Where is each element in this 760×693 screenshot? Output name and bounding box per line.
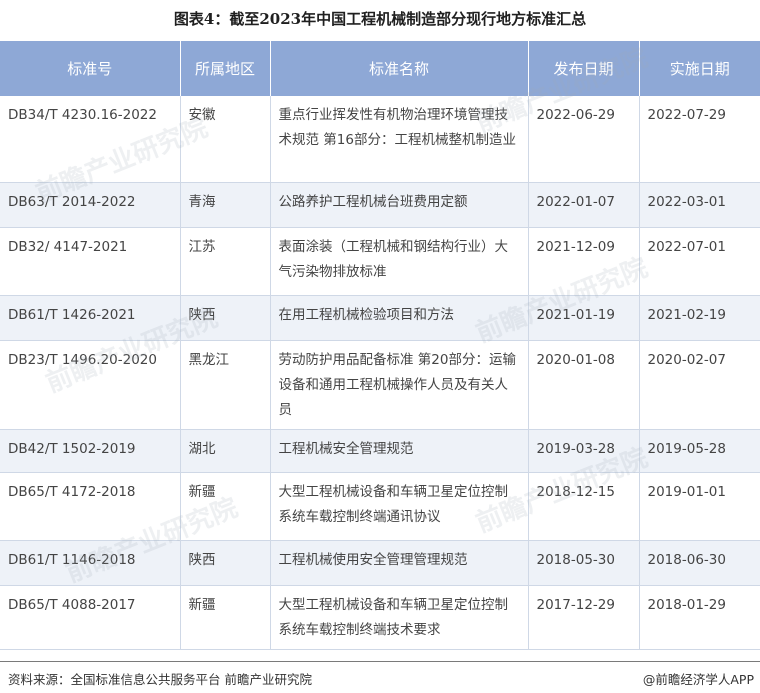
cell-name: 劳动防护用品配备标准 第20部分：运输设备和通用工程机械操作人员及有关人员 [270, 340, 529, 429]
cell-name: 工程机械安全管理规范 [270, 429, 529, 472]
cell-effective-date: 2018-01-29 [647, 596, 726, 613]
table-row: DB23/T 1496.20-2020 黑龙江 劳动防护用品配备标准 第20部分… [0, 340, 760, 429]
cell-publish-date: 2021-12-09 [528, 227, 640, 295]
cell-name: 大型工程机械设备和车辆卫星定位控制系统车载控制终端通讯协议 [270, 472, 529, 540]
cell-region: 湖北 [180, 429, 271, 472]
header-code: 标准号 [0, 41, 181, 96]
table-row: DB61/T 1146-2018 陕西 工程机械使用安全管理管理规范 2018-… [0, 540, 760, 585]
standards-table: 标准号 所属地区 标准名称 发布日期 实施日期 DB34/T 4230.16-2… [0, 41, 760, 650]
source-note: 资料来源：全国标准信息公共服务平台 前瞻产业研究院 [8, 672, 312, 687]
table-row: DB32/ 4147-2021 江苏 表面涂装（工程机械和钢结构行业）大气污染物… [0, 227, 760, 295]
cell-publish-date: 2020-01-08 [528, 340, 640, 429]
cell-code: DB42/T 1502-2019 [0, 429, 181, 472]
cell-name: 在用工程机械检验项目和方法 [270, 295, 529, 340]
cell-effective-date: 2021-02-19 [639, 295, 760, 340]
table-row: DB65/T 4172-2018 新疆 大型工程机械设备和车辆卫星定位控制系统车… [0, 472, 760, 540]
cell-name: 公路养护工程机械台班费用定额 [270, 182, 529, 227]
cell-code: DB61/T 1146-2018 [0, 540, 181, 585]
cell-region: 新疆 [180, 585, 271, 649]
header-publish-date: 发布日期 [528, 41, 640, 96]
cell-publish-date: 2022-06-29 [528, 96, 640, 182]
cell-effective-date: 2019-01-01 [647, 483, 726, 500]
cell-region: 黑龙江 [180, 340, 271, 429]
cell-region: 安徽 [180, 96, 271, 182]
cell-effective-date: 2022-03-01 [639, 182, 760, 227]
cell-publish-date: 2019-03-28 [528, 429, 640, 472]
header-region: 所属地区 [180, 41, 271, 96]
cell-region: 陕西 [180, 540, 271, 585]
table-row: DB65/T 4088-2017 新疆 大型工程机械设备和车辆卫星定位控制系统车… [0, 585, 760, 649]
page-title: 图表4：截至2023年中国工程机械制造部分现行地方标准汇总 [173, 10, 587, 28]
table-header-row: 标准号 所属地区 标准名称 发布日期 实施日期 [0, 41, 760, 96]
cell-code: DB23/T 1496.20-2020 [0, 340, 181, 429]
cell-publish-date: 2018-12-15 [528, 472, 640, 540]
cell-code: DB32/ 4147-2021 [0, 227, 181, 295]
footer: 资料来源：全国标准信息公共服务平台 前瞻产业研究院 @前瞻经济学人APP [0, 661, 760, 693]
cell-region: 青海 [180, 182, 271, 227]
table-row: DB63/T 2014-2022 青海 公路养护工程机械台班费用定额 2022-… [0, 182, 760, 227]
cell-code: DB65/T 4172-2018 [0, 472, 181, 540]
cell-effective-date: 2020-02-07 [647, 351, 726, 368]
cell-effective-date: 2019-05-28 [639, 429, 760, 472]
cell-region: 新疆 [180, 472, 271, 540]
cell-name: 重点行业挥发性有机物治理环境管理技术规范 第16部分：工程机械整机制造业 [270, 96, 529, 182]
cell-publish-date: 2017-12-29 [528, 585, 640, 649]
cell-region: 江苏 [180, 227, 271, 295]
cell-name: 大型工程机械设备和车辆卫星定位控制系统车载控制终端技术要求 [270, 585, 529, 649]
cell-name: 表面涂装（工程机械和钢结构行业）大气污染物排放标准 [270, 227, 529, 295]
table-row: DB34/T 4230.16-2022 安徽 重点行业挥发性有机物治理环境管理技… [0, 96, 760, 182]
cell-code: DB63/T 2014-2022 [0, 182, 181, 227]
cell-name: 工程机械使用安全管理管理规范 [270, 540, 529, 585]
cell-publish-date: 2018-05-30 [528, 540, 640, 585]
header-name: 标准名称 [270, 41, 529, 96]
table-row: DB61/T 1426-2021 陕西 在用工程机械检验项目和方法 2021-0… [0, 295, 760, 340]
cell-code: DB65/T 4088-2017 [0, 585, 181, 649]
cell-effective-date: 2018-06-30 [639, 540, 760, 585]
cell-code: DB34/T 4230.16-2022 [0, 96, 181, 182]
cell-region: 陕西 [180, 295, 271, 340]
table-row: DB42/T 1502-2019 湖北 工程机械安全管理规范 2019-03-2… [0, 429, 760, 472]
cell-publish-date: 2021-01-19 [528, 295, 640, 340]
cell-publish-date: 2022-01-07 [528, 182, 640, 227]
cell-effective-date: 2022-07-01 [647, 238, 726, 255]
header-effective-date: 实施日期 [639, 41, 760, 96]
cell-code: DB61/T 1426-2021 [0, 295, 181, 340]
brand-credit: @前瞻经济学人APP [642, 672, 754, 687]
cell-effective-date: 2022-07-29 [647, 107, 726, 123]
